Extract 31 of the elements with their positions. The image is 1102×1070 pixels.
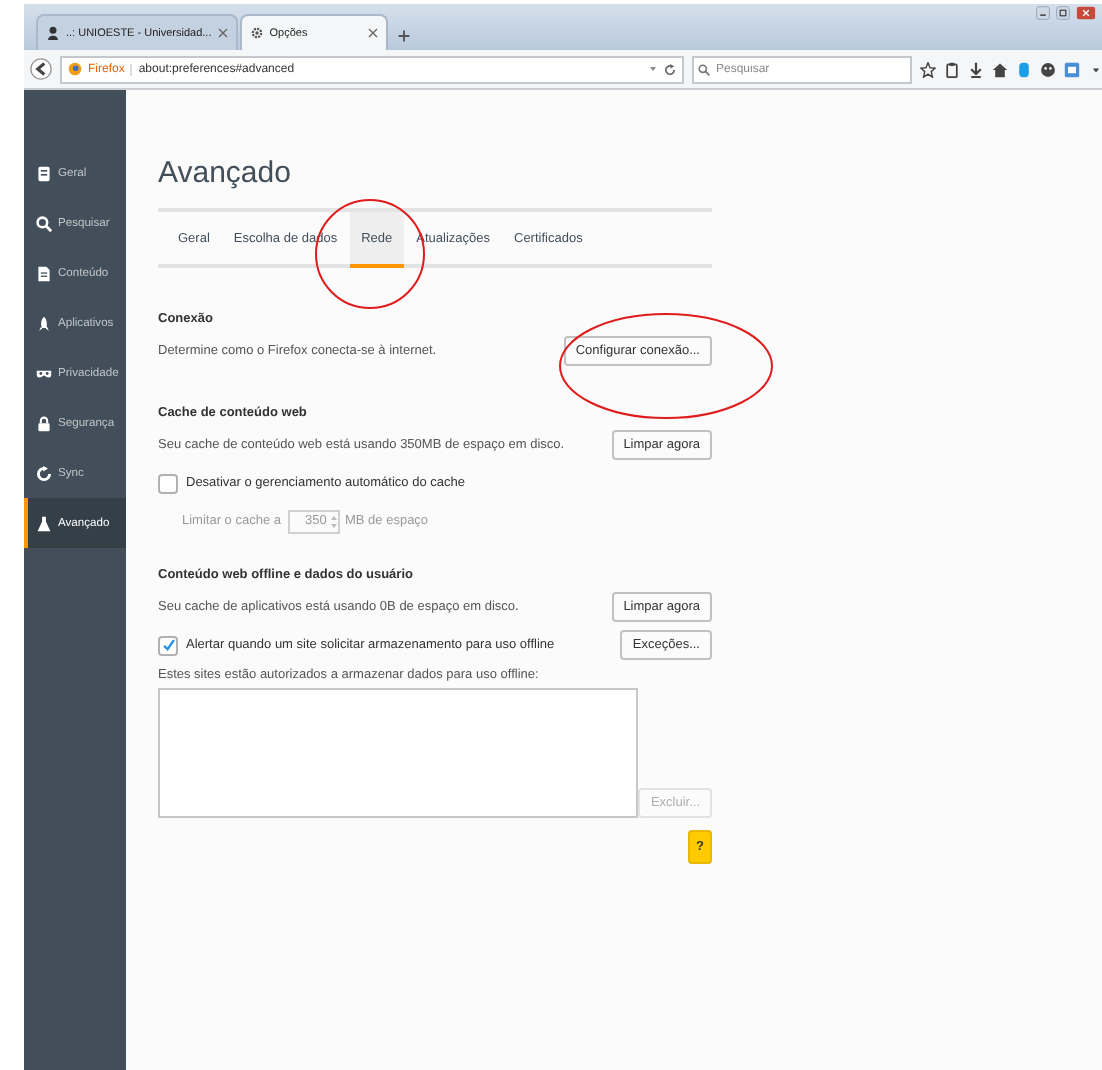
star-icon: [920, 61, 936, 77]
bust-icon: [46, 26, 60, 40]
firefox-icon: [68, 62, 82, 76]
close-icon: [217, 28, 228, 38]
flask-icon: [36, 515, 52, 531]
page-icon: [36, 265, 52, 281]
site-list[interactable]: [158, 688, 638, 818]
checkbox[interactable]: [158, 635, 178, 655]
maximize-icon: [1054, 6, 1072, 20]
download-icon: [968, 61, 984, 77]
search-icon: [36, 215, 52, 231]
lock-icon: [36, 415, 52, 431]
home-icon: [992, 61, 1008, 77]
reload-icon: [664, 63, 676, 75]
checkbox[interactable]: [158, 473, 178, 493]
document-icon: [36, 165, 52, 181]
sync-icon: [36, 465, 52, 481]
rocket-icon: [36, 315, 52, 331]
back-icon: [30, 58, 52, 80]
smiley-icon: [1040, 61, 1056, 77]
clipboard-icon: [944, 61, 960, 77]
caret-icon: [648, 64, 658, 74]
search-icon: [698, 63, 710, 75]
tile-icon: [1064, 61, 1080, 77]
chat-icon: [1016, 61, 1032, 77]
gear-icon: [249, 26, 264, 40]
page-title: Avançado: [158, 156, 293, 190]
plus-icon: [397, 30, 410, 42]
mask-icon: [36, 365, 52, 381]
minimize-icon: [1034, 6, 1052, 20]
close-icon: [367, 28, 378, 38]
